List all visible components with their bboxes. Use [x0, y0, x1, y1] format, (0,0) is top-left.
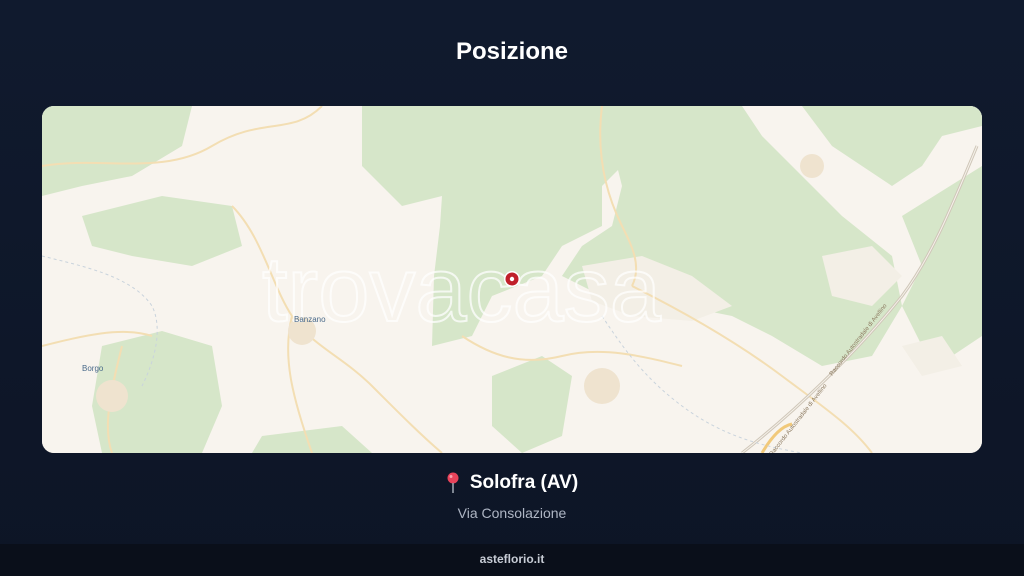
- location-street: Via Consolazione: [457, 505, 567, 521]
- footer-site[interactable]: asteflorio.it: [480, 552, 545, 566]
- location-block: Solofra (AV) Via Consolazione: [0, 472, 1024, 521]
- location-city: Solofra (AV): [469, 472, 579, 493]
- map[interactable]: trovacasa Banzano Borgo Raccordo Autostr…: [42, 106, 982, 453]
- footer: asteflorio.it: [0, 544, 1024, 576]
- place-label-borgo: Borgo: [82, 364, 104, 373]
- pin-icon: [446, 472, 460, 494]
- map-canvas[interactable]: trovacasa Banzano Borgo Raccordo Autostr…: [42, 106, 982, 453]
- page-title: Posizione: [455, 38, 569, 65]
- location-marker[interactable]: [504, 271, 520, 287]
- watermark: trovacasa: [262, 239, 662, 341]
- place-label-banzano: Banzano: [294, 315, 326, 324]
